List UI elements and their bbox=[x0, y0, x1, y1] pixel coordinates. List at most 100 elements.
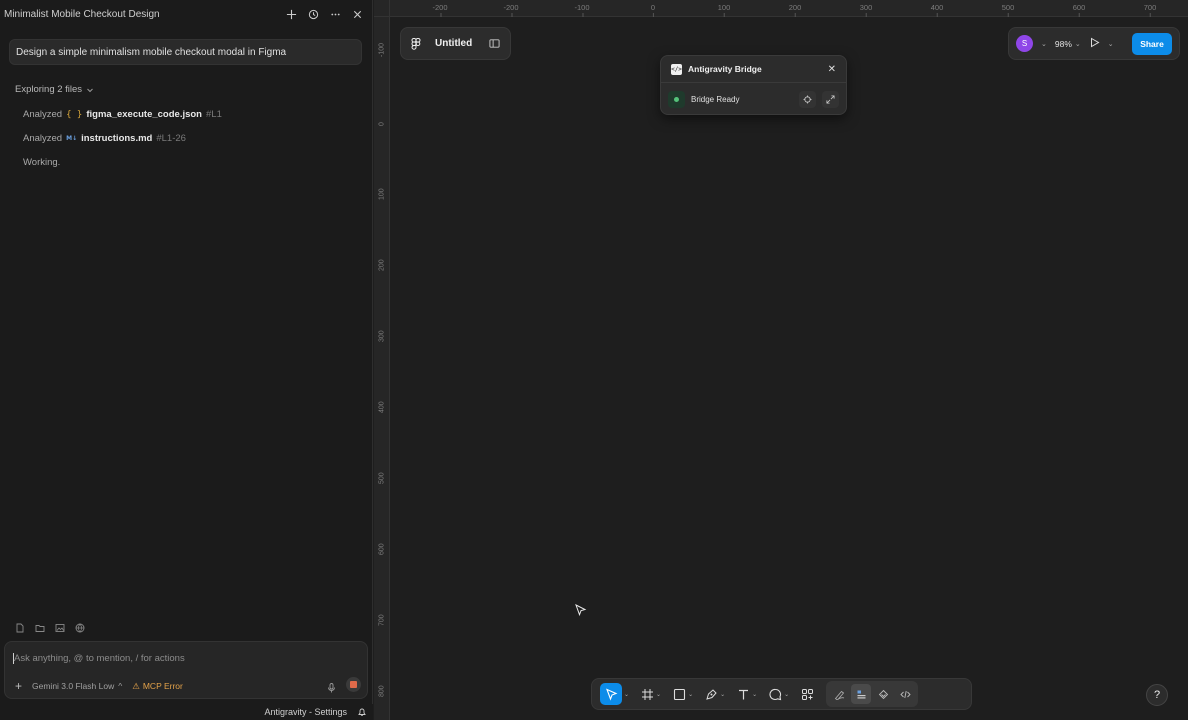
ruler-tick: 100 bbox=[717, 3, 731, 17]
ruler-tick: -100 bbox=[378, 42, 386, 57]
chevron-down-icon[interactable]: ⌄ bbox=[1108, 40, 1114, 48]
analyzed-step[interactable]: Analyzed { } figma_execute_code.json #L1 bbox=[23, 109, 222, 120]
assets-tool[interactable] bbox=[797, 682, 818, 706]
working-label: Working. bbox=[23, 157, 61, 168]
more-options-button[interactable] bbox=[324, 3, 346, 25]
chevron-down-icon[interactable]: ⌄ bbox=[784, 691, 789, 698]
ruler-tick: 300 bbox=[859, 3, 873, 17]
json-file-icon: { } bbox=[66, 109, 83, 120]
draw-mode-button[interactable] bbox=[829, 684, 849, 704]
mcp-error-label: MCP Error bbox=[142, 681, 183, 691]
design-icon bbox=[857, 690, 866, 698]
history-icon bbox=[308, 9, 318, 19]
analyzed-step[interactable]: Analyzed M↓ instructions.md #L1-26 bbox=[23, 133, 186, 144]
model-selector[interactable]: Gemini 3.0 Flash Low ^ bbox=[32, 681, 122, 691]
step-verb: Analyzed bbox=[23, 109, 63, 120]
code-icon: </> bbox=[671, 63, 682, 75]
antigravity-bridge-plugin: </> Antigravity Bridge ✕ Bridge Ready bbox=[660, 55, 847, 115]
chevron-down-icon bbox=[87, 88, 93, 92]
play-icon bbox=[1090, 37, 1100, 47]
markdown-file-icon: M↓ bbox=[66, 135, 78, 142]
bell-icon[interactable] bbox=[357, 707, 367, 717]
add-image-button[interactable] bbox=[54, 622, 66, 634]
chevron-down-icon[interactable]: ⌄ bbox=[656, 691, 661, 698]
crosshair-icon bbox=[803, 94, 812, 104]
working-status: Working. bbox=[23, 157, 60, 168]
image-icon bbox=[55, 624, 65, 632]
new-chat-button[interactable] bbox=[280, 3, 302, 25]
design-mode-button[interactable] bbox=[851, 684, 872, 704]
plugin-body: Bridge Ready bbox=[661, 83, 846, 115]
ruler-tick: 400 bbox=[378, 401, 386, 413]
chevron-down-icon[interactable]: ⌄ bbox=[720, 691, 725, 698]
add-file-button[interactable] bbox=[14, 622, 26, 634]
ruler-tick: 300 bbox=[378, 330, 386, 342]
rectangle-icon bbox=[674, 688, 686, 700]
share-button[interactable]: Share bbox=[1132, 32, 1172, 55]
status-indicator bbox=[668, 90, 685, 108]
exploring-label: Exploring 2 files bbox=[15, 84, 83, 95]
mcp-error-badge[interactable]: ⚠ MCP Error bbox=[132, 681, 183, 692]
comment-tool[interactable]: ⌄ bbox=[765, 682, 793, 706]
help-button[interactable]: ? bbox=[1146, 684, 1168, 706]
move-tool-active bbox=[600, 683, 622, 705]
zoom-control[interactable]: 98% ⌄ bbox=[1055, 39, 1081, 49]
pen-tool[interactable]: ⌄ bbox=[701, 682, 729, 706]
figma-canvas[interactable]: -200 -200 -100 0 100 200 300 400 500 600… bbox=[374, 0, 1188, 720]
ruler-tick: 400 bbox=[930, 3, 944, 17]
comment-icon bbox=[769, 688, 782, 700]
history-button[interactable] bbox=[302, 3, 324, 25]
file-icon bbox=[16, 623, 24, 633]
chevron-down-icon[interactable]: ⌄ bbox=[752, 691, 757, 698]
text-tool[interactable]: ⌄ bbox=[733, 682, 761, 706]
composer-controls: + Gemini 3.0 Flash Low ^ ⚠ MCP Error bbox=[15, 679, 183, 693]
figma-logo-icon[interactable] bbox=[411, 37, 421, 50]
context-actions bbox=[14, 622, 86, 634]
ruler-tick: 700 bbox=[378, 614, 386, 626]
microphone-icon bbox=[328, 683, 335, 693]
file-name[interactable]: Untitled bbox=[435, 38, 475, 49]
locate-button[interactable] bbox=[799, 90, 816, 108]
present-button[interactable] bbox=[1089, 35, 1100, 53]
folder-icon bbox=[35, 625, 45, 632]
chevron-down-icon[interactable]: ⌄ bbox=[688, 691, 693, 698]
frame-tool[interactable]: ⌄ bbox=[637, 682, 665, 706]
expand-button[interactable] bbox=[822, 90, 839, 108]
dev-mode-button[interactable] bbox=[895, 684, 915, 704]
add-context-button[interactable]: + bbox=[15, 679, 22, 693]
file-menu: Untitled bbox=[400, 27, 511, 60]
expand-icon bbox=[826, 94, 835, 104]
horizontal-ruler: -200 -200 -100 0 100 200 300 400 500 600… bbox=[390, 0, 1188, 17]
vertical-ruler: -100 0 100 200 300 400 500 600 700 800 bbox=[374, 17, 390, 720]
toggle-sidebar-icon[interactable] bbox=[489, 38, 500, 49]
move-tool[interactable]: ⌄ bbox=[596, 682, 633, 706]
exploring-files-toggle[interactable]: Exploring 2 files bbox=[15, 84, 94, 95]
microphone-button[interactable] bbox=[327, 680, 336, 698]
ruler-tick: 500 bbox=[1001, 3, 1015, 17]
ruler-corner bbox=[374, 0, 390, 17]
stop-icon bbox=[350, 681, 357, 688]
browser-button[interactable] bbox=[74, 622, 86, 634]
chat-input[interactable] bbox=[13, 653, 353, 664]
model-name: Gemini 3.0 Flash Low bbox=[32, 681, 115, 691]
ruler-tick: 600 bbox=[1072, 3, 1086, 17]
user-avatar[interactable]: S bbox=[1016, 35, 1033, 52]
stop-generation-button[interactable] bbox=[346, 677, 361, 692]
text-icon bbox=[739, 689, 749, 699]
chevron-down-icon[interactable]: ⌄ bbox=[624, 691, 629, 698]
ruler-tick: 700 bbox=[1143, 3, 1157, 17]
prototype-mode-button[interactable] bbox=[873, 684, 893, 704]
close-plugin-button[interactable]: ✕ bbox=[828, 64, 836, 75]
close-panel-button[interactable] bbox=[346, 3, 368, 25]
settings-link[interactable]: Antigravity - Settings bbox=[264, 707, 347, 717]
rectangle-tool[interactable]: ⌄ bbox=[669, 682, 697, 706]
layers-icon bbox=[878, 689, 888, 699]
chevron-up-icon: ^ bbox=[118, 681, 123, 691]
components-icon bbox=[802, 688, 814, 700]
chevron-down-icon: ⌄ bbox=[1074, 40, 1081, 48]
chevron-down-icon[interactable]: ⌄ bbox=[1041, 40, 1047, 48]
add-folder-button[interactable] bbox=[34, 622, 46, 634]
ruler-tick: 0 bbox=[378, 122, 386, 126]
ruler-tick: -200 bbox=[432, 3, 448, 17]
code-icon bbox=[900, 690, 911, 698]
